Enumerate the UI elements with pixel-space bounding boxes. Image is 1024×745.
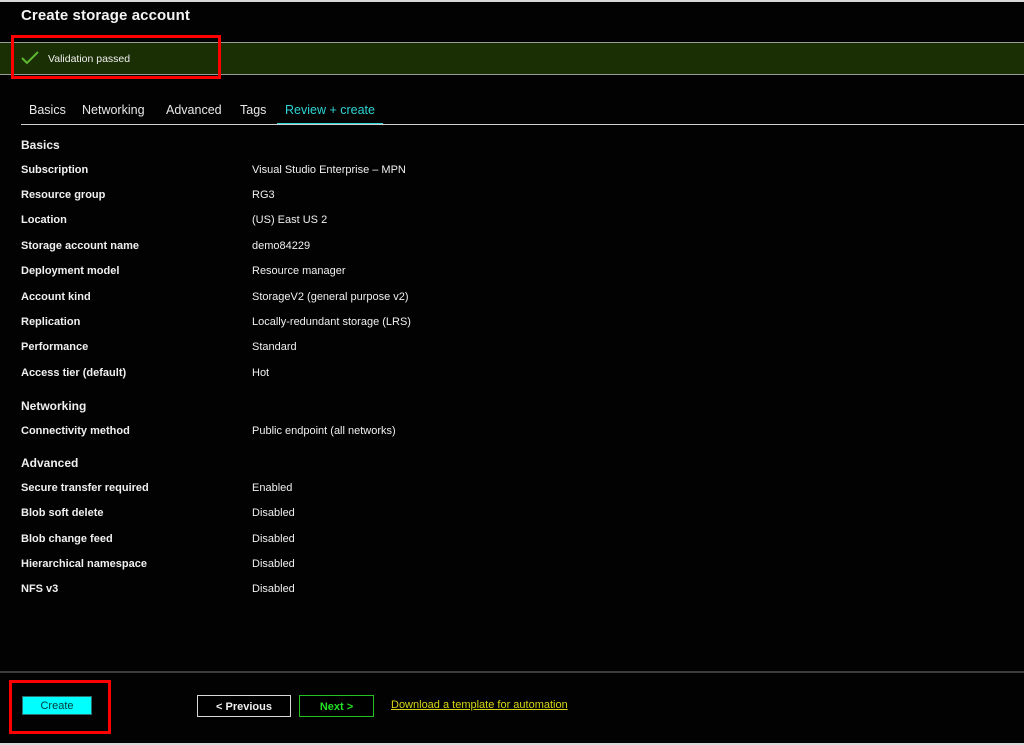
row-value: RG3 <box>252 189 275 201</box>
row-label: Replication <box>21 316 81 328</box>
top-border <box>0 0 1024 2</box>
row-label: Hierarchical namespace <box>21 558 147 570</box>
row-value: Disabled <box>252 507 295 519</box>
row-label: Performance <box>21 341 89 353</box>
summary-row: Connectivity method Public endpoint (all… <box>21 425 921 441</box>
section-title-networking: Networking <box>21 399 87 413</box>
summary-row: Blob soft delete Disabled <box>21 507 921 523</box>
row-label: Subscription <box>21 164 89 176</box>
tab-tags[interactable]: Tags <box>240 100 266 123</box>
footer-divider <box>0 671 1024 673</box>
row-label: Resource group <box>21 189 106 201</box>
summary-row: Account kind StorageV2 (general purpose … <box>21 291 921 307</box>
row-label: Account kind <box>21 291 91 303</box>
summary-row: Replication Locally-redundant storage (L… <box>21 316 921 332</box>
row-label: Storage account name <box>21 240 139 252</box>
summary-row: Subscription Visual Studio Enterprise – … <box>21 164 921 180</box>
summary-row: Blob change feed Disabled <box>21 533 921 549</box>
summary-row: Performance Standard <box>21 341 921 357</box>
row-label: Connectivity method <box>21 425 130 437</box>
row-value: Disabled <box>252 558 295 570</box>
summary-row: Deployment model Resource manager <box>21 265 921 281</box>
validation-highlight-box <box>11 35 221 79</box>
row-label: Blob soft delete <box>21 507 104 519</box>
create-button[interactable]: Create <box>22 696 92 715</box>
row-label: Blob change feed <box>21 533 113 545</box>
section-title-basics: Basics <box>21 138 60 152</box>
summary-row: Resource group RG3 <box>21 189 921 205</box>
previous-button[interactable]: < Previous <box>197 695 291 717</box>
tab-divider <box>21 124 1024 125</box>
row-label: Secure transfer required <box>21 482 149 494</box>
row-value: (US) East US 2 <box>252 214 328 226</box>
summary-row: Location (US) East US 2 <box>21 214 921 230</box>
summary-row: Secure transfer required Enabled <box>21 482 921 498</box>
summary-row: Access tier (default) Hot <box>21 367 921 383</box>
row-value: Enabled <box>252 482 293 494</box>
page-title: Create storage account <box>21 7 190 24</box>
row-label: NFS v3 <box>21 583 59 595</box>
row-label: Location <box>21 214 67 226</box>
row-value: Hot <box>252 367 270 379</box>
download-template-link[interactable]: Download a template for automation <box>391 699 568 711</box>
row-value: Locally-redundant storage (LRS) <box>252 316 411 328</box>
row-value: StorageV2 (general purpose v2) <box>252 291 409 303</box>
row-value: Disabled <box>252 583 295 595</box>
summary-row: Storage account name demo84229 <box>21 240 921 256</box>
row-value: Public endpoint (all networks) <box>252 425 396 437</box>
row-value: Disabled <box>252 533 295 545</box>
row-value: Standard <box>252 341 297 353</box>
row-value: Resource manager <box>252 265 346 277</box>
tab-basics[interactable]: Basics <box>29 100 66 123</box>
tab-networking[interactable]: Networking <box>82 100 145 123</box>
tab-advanced[interactable]: Advanced <box>166 100 222 123</box>
row-label: Access tier (default) <box>21 367 127 379</box>
summary-row: NFS v3 Disabled <box>21 583 921 599</box>
row-value: Visual Studio Enterprise – MPN <box>252 164 406 176</box>
row-label: Deployment model <box>21 265 120 277</box>
row-value: demo84229 <box>252 240 311 252</box>
tab-review-create[interactable]: Review + create <box>277 100 383 125</box>
next-button[interactable]: Next > <box>299 695 374 717</box>
summary-row: Hierarchical namespace Disabled <box>21 558 921 574</box>
section-title-advanced: Advanced <box>21 456 79 470</box>
